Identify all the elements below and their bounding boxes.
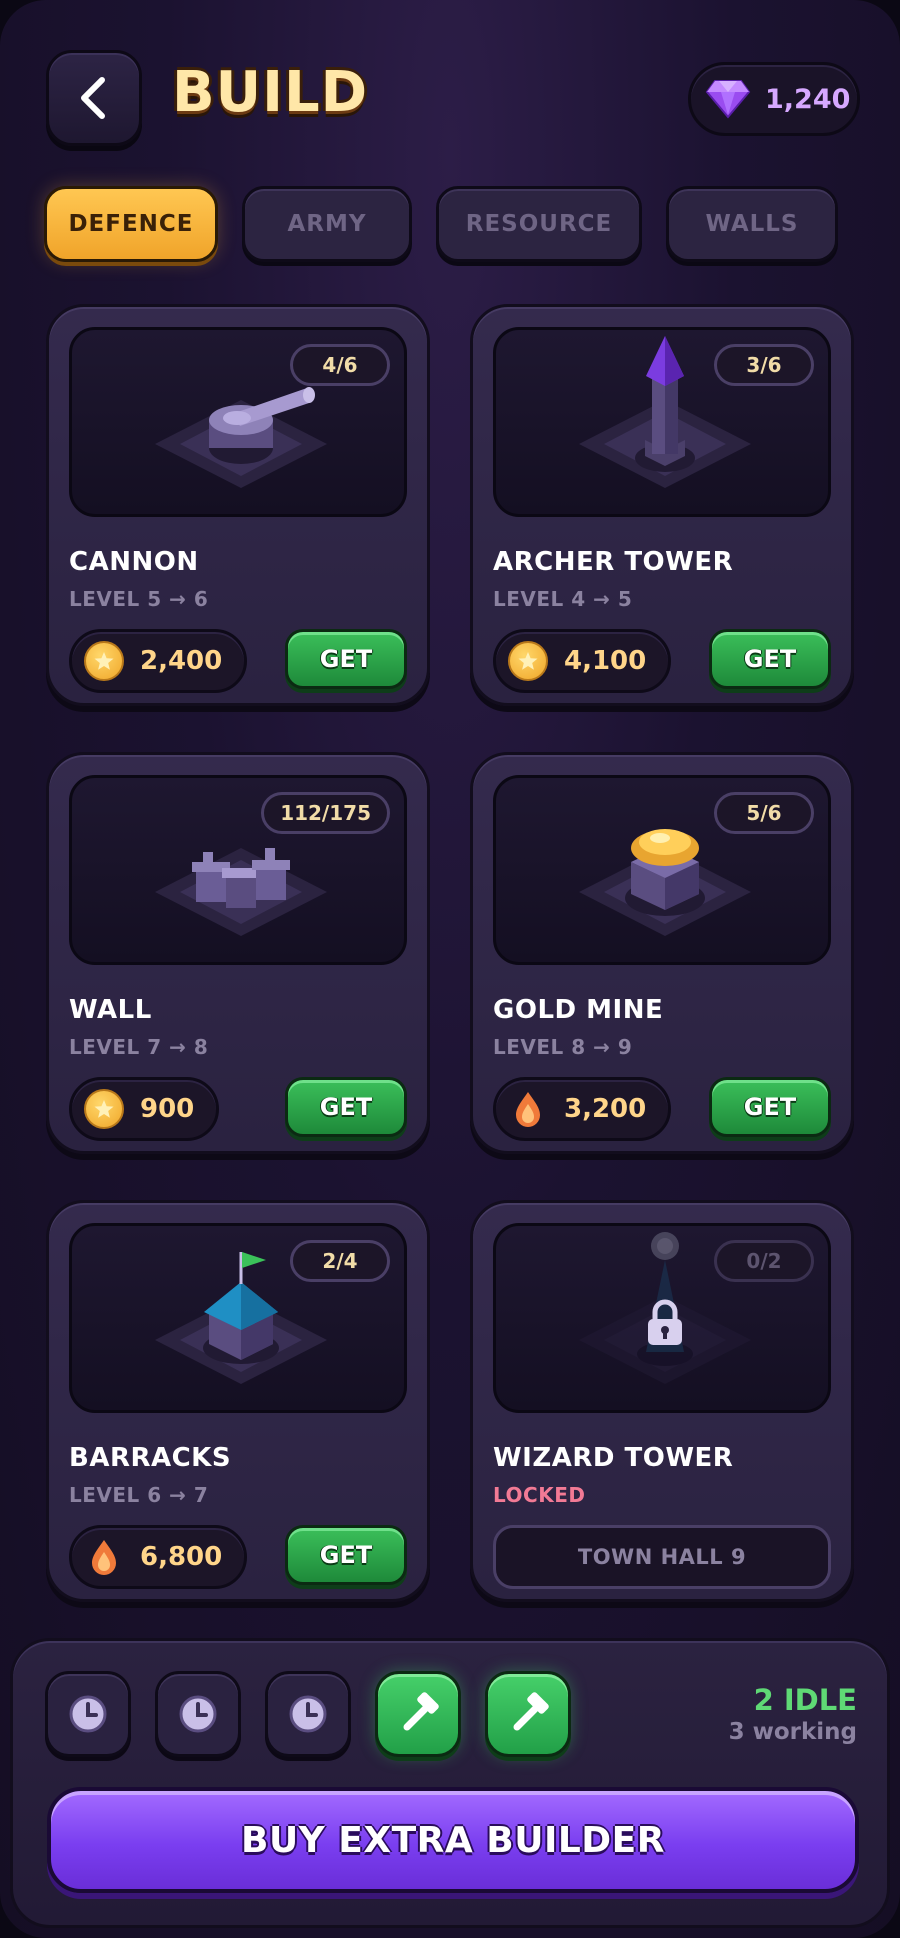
cost-value: 3,200 xyxy=(564,1094,647,1124)
building-name: WIZARD TOWER xyxy=(493,1443,734,1473)
working-builders-count: 3 working xyxy=(728,1719,857,1745)
cost-value: 2,400 xyxy=(140,646,223,676)
builder-slot-working[interactable] xyxy=(265,1671,351,1757)
get-button[interactable]: GET xyxy=(285,629,407,689)
tab-defence[interactable]: DEFENCE xyxy=(44,186,218,262)
building-level: LEVEL 5 → 6 xyxy=(69,587,209,611)
count-badge: 112/175 xyxy=(261,792,390,834)
building-name: BARRACKS xyxy=(69,1443,232,1473)
building-name: ARCHER TOWER xyxy=(493,547,734,577)
building-art: 0/2 xyxy=(493,1223,831,1413)
building-card-wall[interactable]: 112/175 WALL LEVEL 7 → 8 900 GET xyxy=(46,752,430,1154)
building-art: 5/6 xyxy=(493,775,831,965)
builder-slot-idle[interactable] xyxy=(485,1671,571,1757)
building-card-gold-mine[interactable]: 5/6 GOLD MINE LEVEL 8 → 9 3,200 GET xyxy=(470,752,854,1154)
clock-icon xyxy=(289,1695,327,1733)
cost-value: 4,100 xyxy=(564,646,647,676)
gem-icon xyxy=(705,80,751,119)
hammer-icon xyxy=(513,1692,549,1731)
building-level: LEVEL 7 → 8 xyxy=(69,1035,209,1059)
tab-army[interactable]: ARMY xyxy=(242,186,412,262)
building-level: LEVEL 6 → 7 xyxy=(69,1483,209,1507)
tab-resource[interactable]: RESOURCE xyxy=(436,186,642,262)
get-button[interactable]: GET xyxy=(709,1077,831,1137)
count-badge: 0/2 xyxy=(714,1240,814,1282)
cost-pill: 3,200 xyxy=(493,1077,672,1141)
count-badge: 4/6 xyxy=(290,344,390,386)
locked-label: LOCKED xyxy=(493,1483,586,1507)
building-card-wizard-tower[interactable]: 0/2 WIZARD TOWER LOCKED TOWN HALL 9 xyxy=(470,1200,854,1602)
build-screen: BUILD 1,240 DEFENCE ARMY RESOURCE WALLS xyxy=(0,0,900,1938)
building-level: LEVEL 8 → 9 xyxy=(493,1035,633,1059)
building-art: 2/4 xyxy=(69,1223,407,1413)
clock-icon xyxy=(179,1695,217,1733)
building-art: 4/6 xyxy=(69,327,407,517)
building-name: WALL xyxy=(69,995,152,1025)
cost-pill: 2,400 xyxy=(69,629,248,693)
count-badge: 2/4 xyxy=(290,1240,390,1282)
elixir-drop-icon xyxy=(84,1537,124,1577)
building-card-barracks[interactable]: 2/4 BARRACKS LEVEL 6 → 7 6,800 GET xyxy=(46,1200,430,1602)
gold-coin-icon xyxy=(84,1089,124,1129)
cost-value: 6,800 xyxy=(140,1542,223,1572)
requirement-button[interactable]: TOWN HALL 9 xyxy=(493,1525,831,1589)
building-name: CANNON xyxy=(69,547,199,577)
chevron-left-icon xyxy=(81,77,105,119)
building-name: GOLD MINE xyxy=(493,995,664,1025)
building-card-cannon[interactable]: 4/6 CANNON LEVEL 5 → 6 2,400 GET xyxy=(46,304,430,706)
builder-slot-idle[interactable] xyxy=(375,1671,461,1757)
tab-walls[interactable]: WALLS xyxy=(666,186,838,262)
get-button[interactable]: GET xyxy=(709,629,831,689)
gem-balance[interactable]: 1,240 xyxy=(688,62,860,136)
cost-pill: 6,800 xyxy=(69,1525,248,1589)
idle-builders-count: 2 IDLE xyxy=(753,1683,857,1717)
builder-slot-working[interactable] xyxy=(45,1671,131,1757)
clock-icon xyxy=(69,1695,107,1733)
building-art: 112/175 xyxy=(69,775,407,965)
count-badge: 5/6 xyxy=(714,792,814,834)
get-button[interactable]: GET xyxy=(285,1077,407,1137)
builder-bar: 2 IDLE 3 working BUY EXTRA BUILDER xyxy=(10,1638,890,1928)
gold-coin-icon xyxy=(508,641,548,681)
page-title: BUILD xyxy=(172,60,369,125)
buy-extra-builder-button[interactable]: BUY EXTRA BUILDER xyxy=(47,1787,859,1893)
cost-pill: 4,100 xyxy=(493,629,672,693)
cost-pill: 900 xyxy=(69,1077,220,1141)
gem-count: 1,240 xyxy=(765,83,851,115)
building-level: LEVEL 4 → 5 xyxy=(493,587,633,611)
elixir-drop-icon xyxy=(508,1089,548,1129)
builder-slot-working[interactable] xyxy=(155,1671,241,1757)
back-button[interactable] xyxy=(46,50,142,146)
building-card-archer-tower[interactable]: 3/6 ARCHER TOWER LEVEL 4 → 5 4,100 GET xyxy=(470,304,854,706)
hammer-icon xyxy=(403,1692,439,1731)
lock-icon xyxy=(648,1299,682,1345)
cost-value: 900 xyxy=(140,1094,195,1124)
gold-coin-icon xyxy=(84,641,124,681)
building-art: 3/6 xyxy=(493,327,831,517)
get-button[interactable]: GET xyxy=(285,1525,407,1585)
count-badge: 3/6 xyxy=(714,344,814,386)
